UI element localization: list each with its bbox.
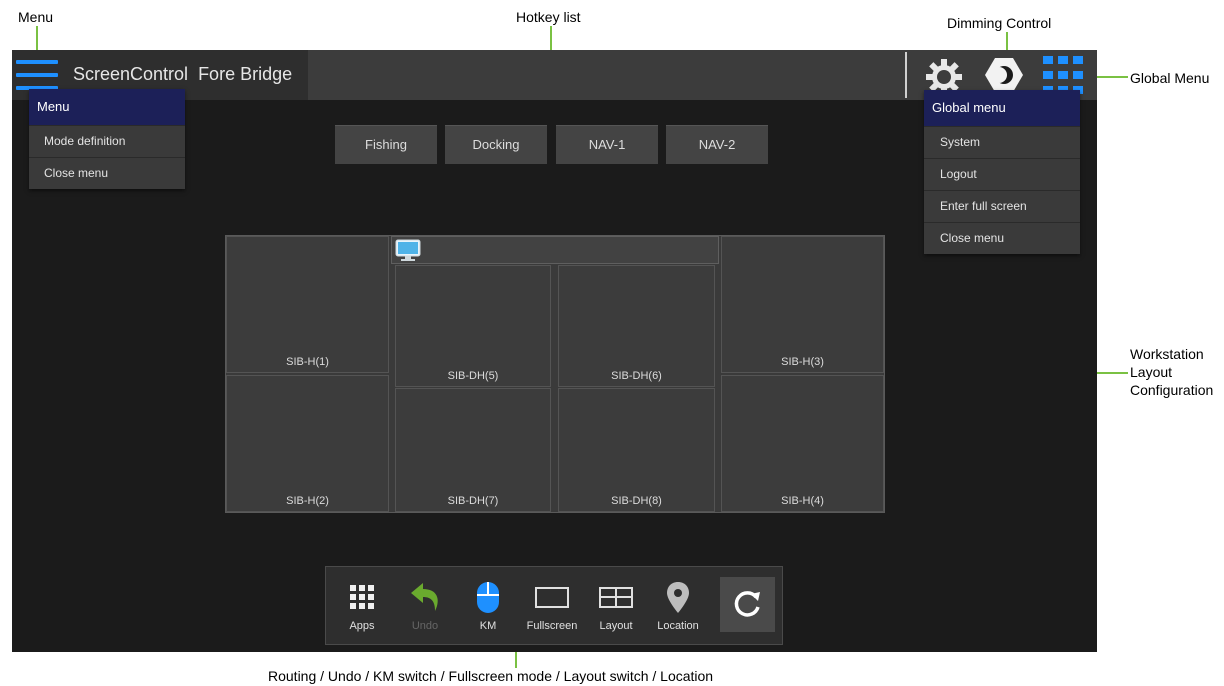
divider bbox=[905, 52, 907, 98]
global-menu-dropdown: Global menu System Logout Enter full scr… bbox=[924, 90, 1080, 254]
screen-sib-h-4[interactable]: SIB-H(4) bbox=[721, 375, 884, 512]
screen-label: SIB-DH(8) bbox=[611, 495, 662, 507]
menu-item-close-menu[interactable]: Close menu bbox=[29, 157, 185, 189]
refresh-icon bbox=[734, 591, 760, 617]
fullscreen-button[interactable]: Fullscreen bbox=[524, 577, 580, 637]
annotation-workstation: Workstation Layout Configuration bbox=[1130, 345, 1213, 400]
annotation-dimming-control: Dimming Control bbox=[947, 15, 1052, 31]
monitor-icon[interactable] bbox=[395, 239, 421, 263]
screen-label: SIB-DH(5) bbox=[447, 370, 499, 382]
mouse-icon bbox=[477, 582, 499, 613]
hotkey-docking[interactable]: Docking bbox=[445, 125, 547, 164]
km-button[interactable]: KM bbox=[460, 577, 516, 637]
annotation-workstation-line-1: Workstation bbox=[1130, 346, 1204, 362]
apps-button[interactable]: Apps bbox=[334, 577, 390, 637]
global-menu-title: Global menu bbox=[924, 90, 1080, 126]
screen-sib-dh-5[interactable]: SIB-DH(5) bbox=[395, 265, 551, 387]
app-name: ScreenControl bbox=[73, 64, 189, 84]
dimming-control-icon[interactable] bbox=[983, 56, 1025, 94]
location-name: Fore Bridge bbox=[198, 64, 293, 84]
refresh-button[interactable] bbox=[720, 577, 775, 632]
screen-label: SIB-H(1) bbox=[286, 356, 329, 368]
location-button[interactable]: Location bbox=[650, 577, 706, 637]
screen-label: SIB-H(3) bbox=[781, 356, 824, 368]
app-window: ScreenControl Fore Bridge Menu Mode defi… bbox=[12, 50, 1097, 652]
global-menu-item-full-screen[interactable]: Enter full screen bbox=[924, 190, 1080, 222]
screen-sib-h-3[interactable]: SIB-H(3) bbox=[721, 236, 884, 373]
screen-sib-h-2[interactable]: SIB-H(2) bbox=[226, 375, 389, 512]
bottom-toolbar: Apps Undo KM Fullscreen Layout Location bbox=[325, 566, 783, 645]
global-menu-item-system[interactable]: System bbox=[924, 126, 1080, 158]
layout-button[interactable]: Layout bbox=[588, 577, 644, 637]
screen-sib-h-1[interactable]: SIB-H(1) bbox=[226, 236, 389, 373]
apps-grid-icon bbox=[350, 585, 374, 609]
layout-icon bbox=[599, 587, 633, 608]
annotation-global-menu: Global Menu bbox=[1130, 70, 1210, 86]
annotation-menu: Menu bbox=[18, 9, 54, 25]
menu-item-mode-definition[interactable]: Mode definition bbox=[29, 125, 185, 157]
global-menu-item-close-menu[interactable]: Close menu bbox=[924, 222, 1080, 254]
screen-label: SIB-DH(6) bbox=[611, 370, 662, 382]
global-menu-grid-icon[interactable] bbox=[1043, 56, 1083, 94]
fullscreen-icon bbox=[535, 587, 569, 608]
screen-label: SIB-H(2) bbox=[286, 495, 329, 507]
app-title: ScreenControl Fore Bridge bbox=[73, 64, 292, 85]
screen-sib-dh-7[interactable]: SIB-DH(7) bbox=[395, 388, 551, 512]
hamburger-menu-icon[interactable] bbox=[16, 60, 58, 90]
annotation-bottom-caption: Routing / Undo / KM switch / Fullscreen … bbox=[268, 668, 714, 684]
global-menu-item-logout[interactable]: Logout bbox=[924, 158, 1080, 190]
screen-sib-dh-8[interactable]: SIB-DH(8) bbox=[558, 388, 715, 512]
screen-sib-dh-6[interactable]: SIB-DH(6) bbox=[558, 265, 715, 387]
left-menu-dropdown: Menu Mode definition Close menu bbox=[29, 89, 185, 189]
undo-arrow-icon bbox=[411, 583, 438, 611]
screen-label: SIB-H(4) bbox=[781, 495, 824, 507]
annotation-workstation-line-3: Configuration bbox=[1130, 382, 1214, 399]
hotkey-fishing[interactable]: Fishing bbox=[335, 125, 437, 164]
hotkey-nav-2[interactable]: NAV-2 bbox=[666, 125, 768, 164]
annotation-hotkey-list: Hotkey list bbox=[516, 9, 581, 25]
workstation-header-bar bbox=[391, 236, 719, 264]
left-menu-title: Menu bbox=[29, 89, 185, 125]
annotation-workstation-line-2: Layout bbox=[1130, 364, 1173, 381]
location-label: Location bbox=[657, 620, 699, 632]
hotkey-nav-1[interactable]: NAV-1 bbox=[556, 125, 658, 164]
screen-label: SIB-DH(7) bbox=[447, 495, 499, 507]
undo-button[interactable]: Undo bbox=[397, 577, 453, 637]
workstation-layout: SIB-H(1) SIB-H(2) SIB-DH(5) SIB-DH(6) SI… bbox=[225, 235, 885, 513]
location-pin-icon bbox=[667, 582, 689, 613]
